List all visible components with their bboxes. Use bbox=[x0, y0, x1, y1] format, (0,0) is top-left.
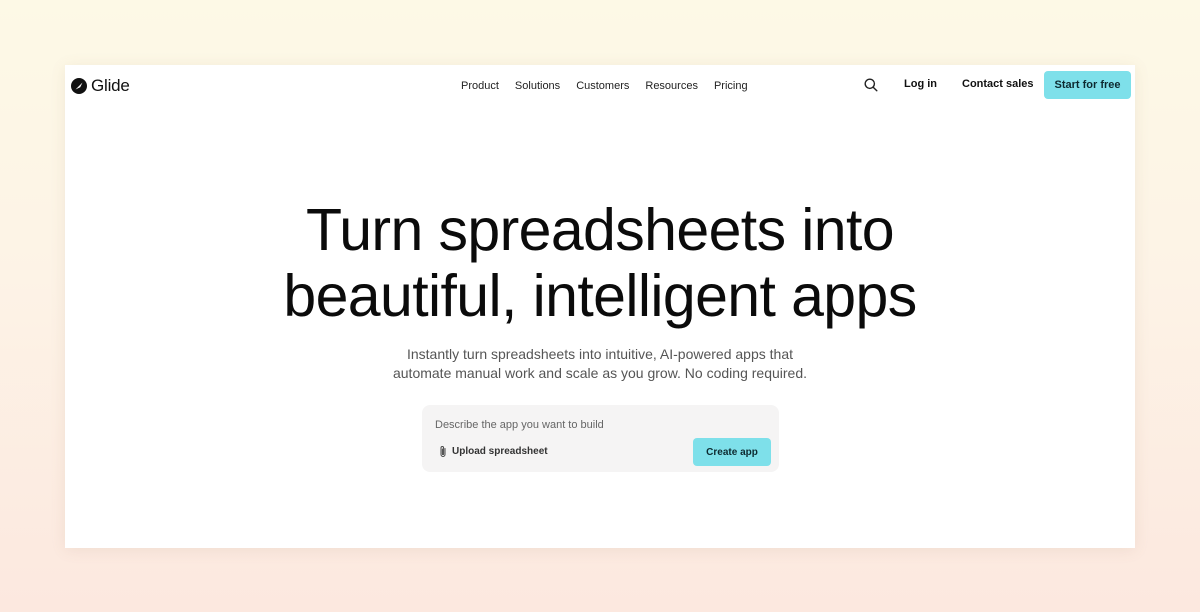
hero-subtitle: Instantly turn spreadsheets into intuiti… bbox=[65, 345, 1135, 383]
contact-sales-link[interactable]: Contact sales bbox=[962, 78, 1034, 90]
nav-item-resources[interactable]: Resources bbox=[645, 80, 698, 92]
nav-item-product[interactable]: Product bbox=[461, 80, 499, 92]
hero-title-line-1: Turn spreadsheets into bbox=[305, 197, 895, 263]
login-link[interactable]: Log in bbox=[904, 78, 937, 90]
glide-logo-icon bbox=[71, 78, 87, 94]
create-app-button[interactable]: Create app bbox=[693, 438, 771, 466]
hero-title: Turn spreadsheets into beautiful, intell… bbox=[65, 197, 1135, 329]
start-for-free-button[interactable]: Start for free bbox=[1044, 71, 1131, 99]
hero-title-line-2: beautiful, intelligent apps bbox=[283, 263, 917, 329]
main-nav: Product Solutions Customers Resources Pr… bbox=[461, 78, 748, 94]
search-button[interactable] bbox=[863, 77, 879, 93]
app-description-input[interactable] bbox=[435, 416, 765, 434]
app-prompt-box: Upload spreadsheet Create app bbox=[422, 405, 779, 472]
upload-spreadsheet-label: Upload spreadsheet bbox=[452, 446, 548, 457]
hero-subtitle-line-1: Instantly turn spreadsheets into intuiti… bbox=[406, 346, 793, 362]
logo-text: Glide bbox=[91, 76, 130, 95]
glide-logo[interactable]: Glide bbox=[71, 76, 130, 96]
nav-item-solutions[interactable]: Solutions bbox=[515, 80, 560, 92]
search-icon bbox=[864, 78, 878, 92]
upload-spreadsheet-button[interactable]: Upload spreadsheet bbox=[438, 445, 548, 458]
hero-subtitle-line-2: automate manual work and scale as you gr… bbox=[392, 365, 807, 381]
nav-item-customers[interactable]: Customers bbox=[576, 80, 629, 92]
paperclip-icon bbox=[440, 446, 446, 457]
browser-page: Glide Product Solutions Customers Resour… bbox=[65, 65, 1135, 548]
nav-item-pricing[interactable]: Pricing bbox=[714, 80, 748, 92]
